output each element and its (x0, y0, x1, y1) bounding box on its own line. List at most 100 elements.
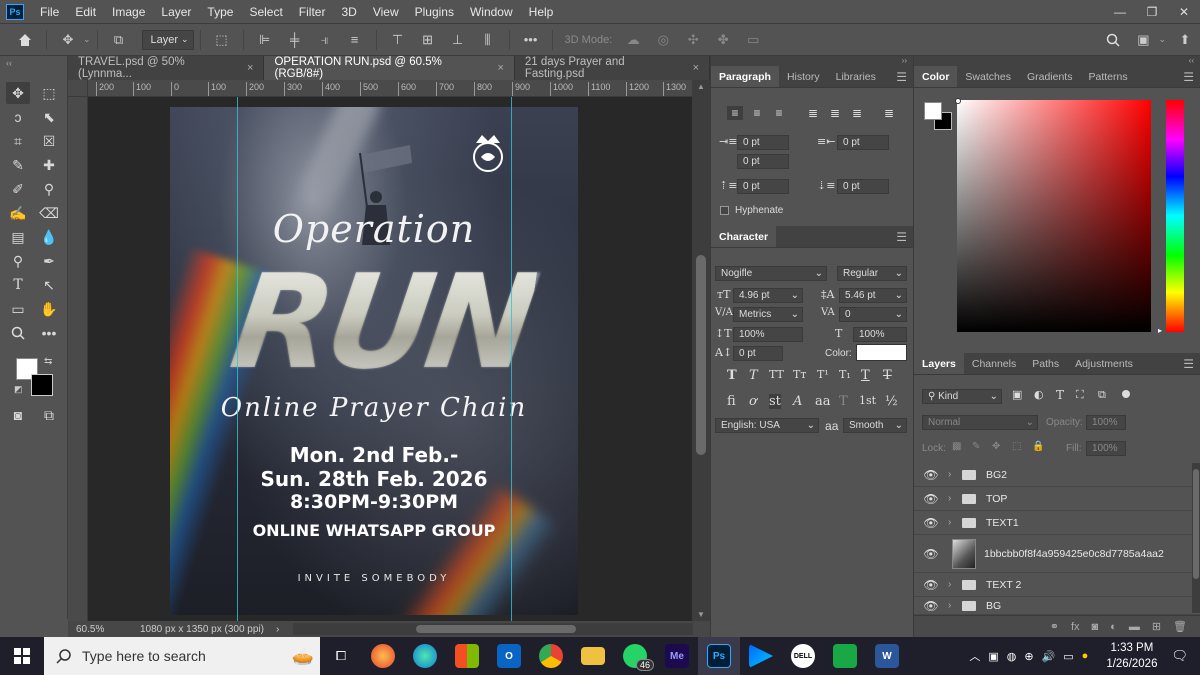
guide-line[interactable] (237, 97, 238, 621)
hyphenate-checkbox[interactable] (720, 206, 729, 215)
text-color-swatch[interactable] (856, 344, 907, 361)
align-right-edges-icon[interactable]: ⫣ (314, 29, 336, 51)
kerning-dropdown[interactable]: Metrics ⌄ (733, 307, 803, 322)
filter-toggle-icon[interactable] (1122, 390, 1130, 398)
layer-row[interactable]: 👁 › TEXT 2 (914, 573, 1200, 597)
font-family-dropdown[interactable]: Nogifle ⌄ (715, 266, 827, 281)
space-before-field[interactable]: 0 pt (737, 179, 789, 194)
power-automate-icon[interactable] (740, 637, 782, 675)
new-group-icon[interactable]: ▬ (1129, 621, 1140, 633)
tab-gradients[interactable]: Gradients (1019, 66, 1081, 87)
brush-tool-icon[interactable]: ✐ (6, 178, 30, 200)
type-tool-icon[interactable]: T (6, 274, 30, 296)
history-brush-icon[interactable]: ✍ (6, 202, 30, 224)
drag-3d-icon[interactable]: ✣ (682, 29, 704, 51)
tab-history[interactable]: History (779, 66, 828, 87)
align-distribute-icon[interactable]: ≡ (344, 29, 366, 51)
tab-operation-run[interactable]: OPERATION RUN.psd @ 60.5% (RGB/8#) × (264, 56, 515, 80)
panel-menu-icon[interactable]: ☰ (896, 226, 913, 247)
filter-pixel-icon[interactable]: ▣ (1012, 388, 1022, 401)
old-style-icon[interactable]: ơ (749, 394, 757, 409)
first-line-indent-field[interactable]: 0 pt (737, 154, 789, 169)
zoom-tool-icon[interactable] (6, 322, 30, 344)
align-bottom-edges-icon[interactable]: ⊥ (447, 29, 469, 51)
delete-layer-icon[interactable]: 🗑 (1173, 620, 1187, 633)
menu-edit[interactable]: Edit (67, 5, 104, 19)
firefox-icon[interactable] (362, 637, 404, 675)
language-icon[interactable]: ⊕ (1024, 650, 1033, 663)
layer-row[interactable]: 👁 › TOP (914, 487, 1200, 511)
guide-line[interactable] (511, 97, 512, 621)
scrollbar-thumb[interactable] (1193, 469, 1199, 579)
baseline-shift-field[interactable]: 0 pt (733, 346, 783, 361)
photoshop-taskbar-icon[interactable]: Ps (698, 637, 740, 675)
tracking-field[interactable]: 0 ⌄ (839, 307, 907, 322)
layer-style-icon[interactable]: fx (1071, 621, 1080, 633)
ordinals-icon[interactable]: 1st (859, 394, 876, 407)
dodge-tool-icon[interactable]: ⚲ (6, 250, 30, 272)
scroll-up-icon[interactable]: ▲ (697, 82, 705, 91)
collapse-toolbar-icon[interactable]: ‹‹ (6, 58, 12, 68)
zoom-level[interactable]: 60.5% (76, 624, 126, 635)
lock-transparent-icon[interactable]: ▩ (952, 441, 961, 452)
battery-icon[interactable]: ▭ (1063, 650, 1073, 663)
horizontal-scrollbar[interactable] (293, 623, 693, 635)
taskbar-clock[interactable]: 1:33 PM 1/26/2026 (1106, 640, 1157, 672)
outlook-icon[interactable]: O (488, 637, 530, 675)
whatsapp-icon[interactable]: 46 (614, 637, 656, 675)
orbit-3d-icon[interactable]: ☁ (622, 29, 644, 51)
visibility-eye-icon[interactable]: 👁 (922, 492, 940, 506)
ruler-origin[interactable] (68, 80, 88, 97)
vertical-scrollbar[interactable]: ▲ ▼ (692, 80, 710, 621)
object-select-icon[interactable]: ⬉ (37, 106, 61, 128)
link-layers-icon[interactable]: ⚭ (1050, 620, 1059, 633)
move-tool-icon[interactable]: ✥ (57, 29, 79, 51)
tray-app-icon[interactable]: ▣ (988, 650, 998, 663)
justify-last-center-icon[interactable]: ≣ (827, 106, 843, 120)
menu-window[interactable]: Window (462, 5, 521, 19)
edge-icon[interactable] (404, 637, 446, 675)
blend-mode-dropdown[interactable]: Normal ⌄ (922, 415, 1038, 430)
align-left-icon[interactable]: ≡ (727, 106, 743, 120)
tray-status-icon[interactable]: ● (1082, 650, 1089, 662)
roll-3d-icon[interactable]: ◎ (652, 29, 674, 51)
adjustment-layer-icon[interactable]: ◐ (1110, 621, 1117, 633)
microsoft-store-icon[interactable] (446, 637, 488, 675)
workspace-icon[interactable]: ▣ (1132, 29, 1154, 51)
small-caps-icon[interactable]: Tт (793, 368, 806, 381)
tab-layers[interactable]: Layers (914, 353, 964, 374)
horizontal-scale-field[interactable]: 100% (853, 327, 907, 342)
menu-plugins[interactable]: Plugins (407, 5, 462, 19)
filter-type-icon[interactable]: T (1056, 388, 1064, 402)
indent-left-field[interactable]: 0 pt (737, 135, 789, 150)
slide-3d-icon[interactable]: ✤ (712, 29, 734, 51)
chrome-icon[interactable] (530, 637, 572, 675)
media-encoder-icon[interactable]: Me (656, 637, 698, 675)
show-hidden-icons-icon[interactable]: ︿ (969, 648, 980, 664)
eraser-tool-icon[interactable]: ⌫ (37, 202, 61, 224)
filter-shape-icon[interactable]: ⛶ (1076, 388, 1084, 402)
default-colors-icon[interactable]: ◩ (14, 384, 23, 395)
home-icon[interactable] (14, 29, 36, 51)
close-button[interactable]: ✕ (1168, 0, 1200, 23)
tab-color[interactable]: Color (914, 66, 958, 87)
expand-chevron-icon[interactable]: › (948, 493, 960, 504)
swap-colors-icon[interactable]: ⇆ (44, 356, 52, 367)
menu-type[interactable]: Type (199, 5, 241, 19)
align-center-icon[interactable]: ≡ (749, 106, 765, 120)
transform-controls-icon[interactable]: ⬚ (211, 29, 233, 51)
antialias-dropdown[interactable]: Smooth ⌄ (843, 418, 907, 433)
visibility-eye-icon[interactable]: 👁 (922, 547, 940, 561)
background-color-swatch[interactable] (31, 374, 53, 396)
network-icon[interactable]: ◍ (1007, 650, 1017, 663)
hue-slider[interactable] (1166, 100, 1184, 332)
healing-brush-icon[interactable]: ✚ (37, 154, 61, 176)
foreground-color-chip[interactable] (924, 102, 942, 120)
expand-chevron-icon[interactable]: › (948, 517, 960, 528)
dell-icon[interactable]: DELL (782, 637, 824, 675)
eyedropper-tool-icon[interactable]: ✎ (6, 154, 30, 176)
minimize-button[interactable]: — (1104, 0, 1136, 23)
lock-all-icon[interactable]: 🔒 (1032, 441, 1044, 452)
color-picker-field[interactable] (957, 100, 1151, 332)
filter-adjustment-icon[interactable]: ◐ (1034, 388, 1044, 401)
